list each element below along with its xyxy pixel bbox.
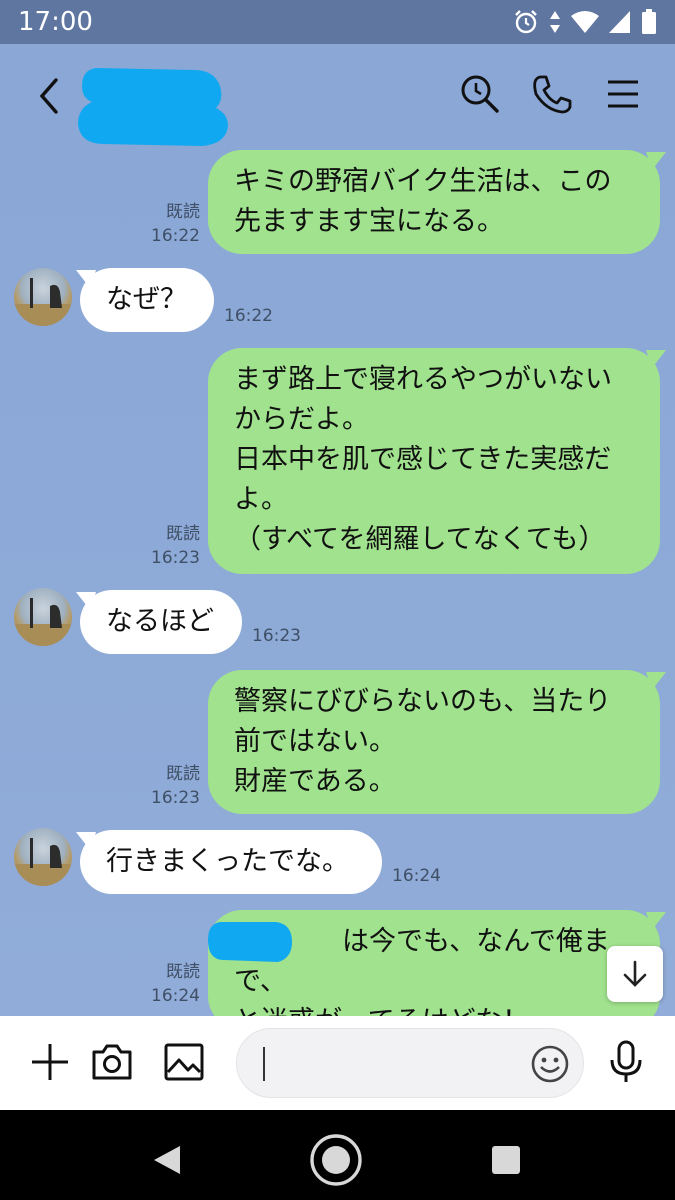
square-recent-icon	[492, 1146, 520, 1174]
battery-icon	[642, 9, 656, 34]
search-button[interactable]	[458, 72, 502, 116]
message-text: 警察にびびらないのも、当たり 前ではない。 財産である。	[234, 686, 612, 797]
read-label: 既読	[166, 202, 200, 222]
message-text: まず路上で寝れるやつがいない からだよ。 日本中を肌で感じてきた実感だ よ。 （…	[234, 364, 612, 555]
nav-back-button[interactable]	[138, 1132, 194, 1188]
triangle-back-icon	[154, 1146, 180, 1174]
back-button[interactable]	[30, 74, 70, 118]
outgoing-message-bubble[interactable]: キミの野宿バイク生活は、この 先ますます宝になる。	[208, 150, 660, 254]
phone-icon	[533, 75, 572, 114]
nav-recent-button[interactable]	[478, 1132, 534, 1188]
data-transfer-icon	[550, 11, 560, 33]
message-time: 16:22	[224, 306, 273, 326]
redacted-name	[208, 922, 292, 962]
redacted-contact-name	[78, 68, 228, 146]
avatar-image	[14, 598, 72, 646]
plus-icon	[32, 1044, 68, 1080]
contact-avatar[interactable]	[14, 828, 72, 886]
system-nav-bar	[0, 1110, 675, 1200]
chat-header	[0, 44, 675, 148]
microphone-icon	[610, 1040, 642, 1082]
menu-icon	[608, 80, 638, 108]
incoming-message-bubble[interactable]: 行きまくったでな。	[80, 830, 382, 894]
read-receipt: 既読 16:23	[150, 762, 200, 810]
scroll-to-bottom-button[interactable]	[607, 946, 663, 1002]
read-label: 既読	[166, 962, 200, 982]
emoji-icon	[531, 1045, 569, 1083]
voice-button[interactable]	[604, 1040, 648, 1084]
emoji-button[interactable]	[529, 1043, 571, 1085]
add-button[interactable]	[28, 1040, 72, 1084]
contact-avatar[interactable]	[14, 588, 72, 646]
wifi-icon	[571, 11, 599, 33]
read-receipt: 既読 16:24	[150, 960, 200, 1008]
read-receipt: 既読 16:22	[150, 200, 200, 248]
message-time: 16:24	[151, 986, 200, 1006]
camera-button[interactable]	[90, 1040, 134, 1084]
menu-button[interactable]	[600, 72, 644, 116]
chevron-left-icon	[39, 78, 58, 114]
message-text: キミの野宿バイク生活は、この 先ますます宝になる。	[234, 166, 612, 237]
avatar-image	[14, 278, 72, 326]
read-label: 既読	[166, 764, 200, 784]
contact-avatar[interactable]	[14, 268, 72, 326]
read-label: 既読	[166, 524, 200, 544]
message-time: 16:24	[392, 866, 441, 886]
message-text: なぜ？	[106, 284, 187, 315]
search-icon	[461, 75, 499, 113]
message-text: 行きまくったでな。	[106, 846, 349, 877]
message-time: 16:23	[151, 548, 200, 568]
message-text: なるほど	[106, 606, 214, 637]
status-time: 17:00	[18, 7, 93, 37]
arrow-down-icon	[623, 960, 647, 987]
image-button[interactable]	[162, 1040, 206, 1084]
message-time: 16:23	[252, 626, 301, 646]
circle-home-icon	[310, 1134, 362, 1186]
nav-home-button[interactable]	[308, 1132, 364, 1188]
input-bar	[0, 1016, 675, 1110]
alarm-icon	[515, 10, 537, 34]
outgoing-message-bubble[interactable]: まず路上で寝れるやつがいない からだよ。 日本中を肌で感じてきた実感だ よ。 （…	[208, 348, 660, 574]
incoming-message-bubble[interactable]: なぜ？	[80, 268, 214, 332]
incoming-message-bubble[interactable]: なるほど	[80, 590, 242, 654]
outgoing-message-bubble[interactable]: 警察にびびらないのも、当たり 前ではない。 財産である。	[208, 670, 660, 814]
message-input[interactable]	[236, 1028, 584, 1098]
status-bar: 17:00	[0, 0, 675, 44]
status-icons	[513, 9, 657, 35]
text-caret	[263, 1047, 265, 1081]
call-button[interactable]	[530, 72, 574, 116]
read-receipt: 既読 16:23	[150, 522, 200, 570]
message-text: は今でも、なんで俺まで、 と迷惑がってるけどな！	[234, 926, 610, 1016]
camera-icon	[92, 1044, 132, 1080]
message-time: 16:23	[151, 788, 200, 808]
chat-area[interactable]: キミの野宿バイク生活は、この 先ますます宝になる。 既読 16:22 なぜ？ 1…	[0, 148, 675, 1016]
message-time: 16:22	[151, 226, 200, 246]
signal-icon	[609, 11, 630, 33]
image-icon	[164, 1043, 204, 1081]
avatar-image	[14, 838, 72, 886]
